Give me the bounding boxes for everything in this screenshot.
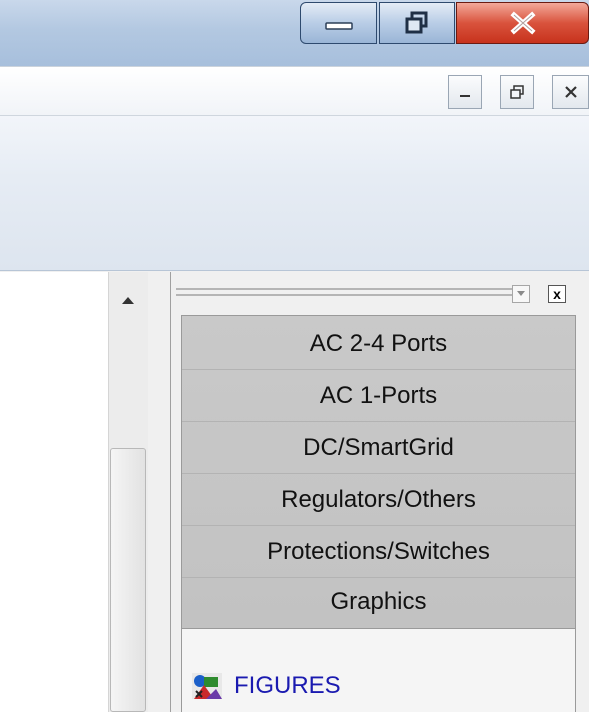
category-list: AC 2-4 Ports AC 1-Ports DC/SmartGrid Reg… bbox=[181, 315, 576, 629]
figures-icon bbox=[192, 673, 222, 699]
panel-grip[interactable] bbox=[176, 284, 526, 302]
category-ac-2-4-ports[interactable]: AC 2-4 Ports bbox=[182, 318, 575, 370]
close-icon bbox=[564, 86, 577, 98]
category-protections-switches[interactable]: Protections/Switches bbox=[182, 526, 575, 578]
category-dc-smartgrid[interactable]: DC/SmartGrid bbox=[182, 422, 575, 474]
minimize-icon bbox=[460, 95, 470, 97]
window-close-button[interactable] bbox=[456, 2, 589, 44]
mdi-minimize-button[interactable] bbox=[448, 75, 482, 109]
figures-item[interactable]: FIGURES bbox=[190, 668, 341, 704]
category-ac-1-ports[interactable]: AC 1-Ports bbox=[182, 370, 575, 422]
splitter[interactable] bbox=[148, 272, 170, 712]
mdi-restore-button[interactable] bbox=[500, 75, 534, 109]
close-icon bbox=[509, 11, 536, 35]
ribbon-area bbox=[0, 116, 589, 271]
minimize-icon bbox=[324, 22, 353, 30]
scroll-up-button[interactable] bbox=[108, 280, 148, 320]
category-graphics[interactable]: Graphics bbox=[182, 576, 575, 628]
category-regulators-others[interactable]: Regulators/Others bbox=[182, 474, 575, 526]
restore-icon bbox=[405, 11, 428, 34]
window-minimize-button[interactable] bbox=[300, 2, 377, 44]
document-pane[interactable] bbox=[0, 272, 108, 712]
panel-dropdown-button[interactable] bbox=[512, 285, 530, 303]
window-restore-button[interactable] bbox=[379, 2, 455, 44]
figures-label: FIGURES bbox=[234, 672, 341, 699]
scrollbar-thumb[interactable] bbox=[110, 448, 146, 712]
mdi-close-button[interactable] bbox=[552, 75, 589, 109]
panel-close-button[interactable]: x bbox=[548, 285, 566, 303]
restore-icon bbox=[510, 85, 524, 99]
arrow-up-icon bbox=[122, 297, 134, 304]
chevron-down-icon bbox=[517, 291, 525, 296]
